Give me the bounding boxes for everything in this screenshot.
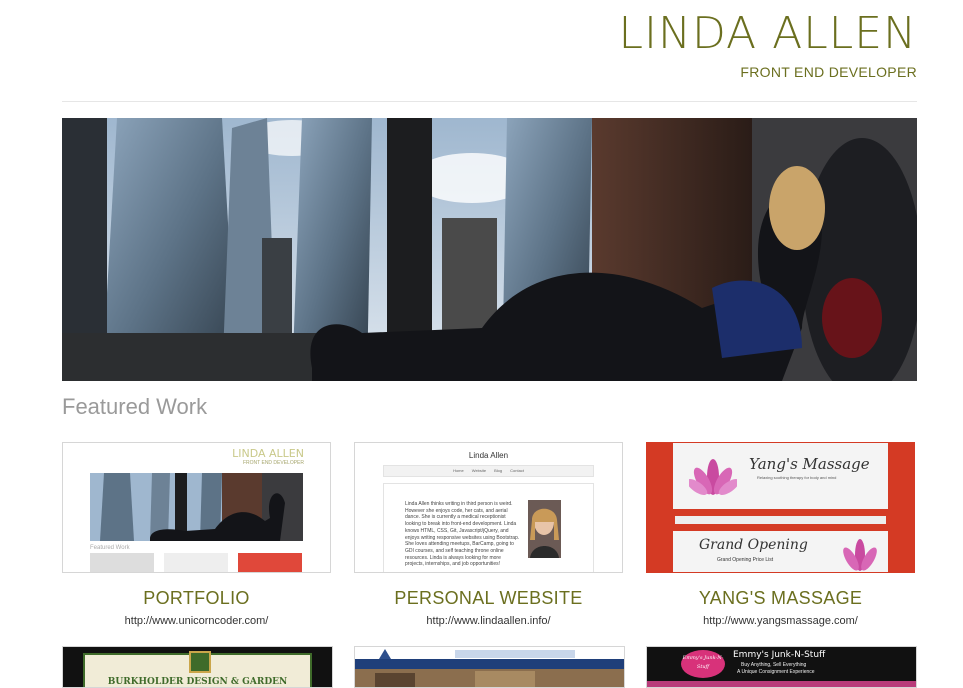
lotus-icon bbox=[689, 459, 737, 496]
header-divider bbox=[62, 101, 917, 102]
thumb-yang-promo-sub: Grand Opening Price List bbox=[717, 557, 774, 563]
monogram-icon bbox=[188, 651, 211, 673]
thumb-emmy-tag1: Buy Anything, Sell Everything bbox=[741, 662, 807, 668]
thumb-emmy-tag2: A Unique Consignment Experience bbox=[737, 669, 815, 675]
thumb-emmy-title: Emmy's Junk-N-Stuff bbox=[733, 650, 826, 660]
card-yangs-massage[interactable]: Yang's Massage Relaxing soothing therapy… bbox=[646, 442, 915, 627]
lotus-icon bbox=[843, 539, 877, 571]
thumb-burkholder-title: BURKHOLDER DESIGN & GARDEN CENTER bbox=[107, 677, 288, 687]
site-header: LINDA ALLEN FRONT END DEVELOPER bbox=[62, 0, 917, 102]
thumb-personal-bio: Linda Allen thinks writing in third pers… bbox=[405, 501, 520, 568]
card-title-personal-website[interactable]: PERSONAL WEBSITE bbox=[354, 587, 623, 609]
card-url-personal-website[interactable]: http://www.lindaallen.info/ bbox=[354, 615, 623, 627]
thumb-yang-header: Yang's Massage Relaxing soothing therapy… bbox=[673, 443, 888, 509]
thumb-portfolio-section: Featured Work bbox=[90, 545, 130, 551]
thumb-nav-item: Website bbox=[471, 468, 487, 473]
card-portfolio[interactable]: LINDA ALLEN FRONT END DEVELOPER Featured… bbox=[62, 442, 331, 627]
emmys-logo: Emmy's Junk-N-Stuff bbox=[681, 650, 725, 678]
thumb-portfolio-item-2 bbox=[164, 553, 228, 572]
personal-website-link[interactable]: http://www.lindaallen.info/ bbox=[426, 615, 550, 627]
featured-work-heading: Featured Work bbox=[62, 394, 208, 419]
thumb-yang-promo-title: Grand Opening bbox=[699, 537, 808, 553]
thumb-burkholder-banner: BURKHOLDER DESIGN & GARDEN CENTER bbox=[83, 651, 312, 687]
thumb-portfolio-item-1 bbox=[90, 553, 154, 572]
burkholder-thumbnail[interactable]: BURKHOLDER DESIGN & GARDEN CENTER bbox=[62, 646, 333, 688]
card-personal-website[interactable]: Linda Allen Home Website Blog Contact Li… bbox=[354, 442, 623, 627]
thumb-nav-item: Blog bbox=[494, 468, 503, 473]
card-title-portfolio[interactable]: PORTFOLIO bbox=[62, 587, 331, 609]
personal-website-thumbnail[interactable]: Linda Allen Home Website Blog Contact Li… bbox=[354, 442, 623, 573]
thumb-yang-logo: Yang's Massage bbox=[749, 455, 870, 473]
card-title-yangs-massage[interactable]: YANG'S MASSAGE bbox=[646, 587, 915, 609]
thumb-portfolio-name: LINDA ALLEN bbox=[232, 447, 304, 460]
thumb-personal-photo bbox=[528, 500, 561, 558]
emmys-thumbnail[interactable]: Emmy's Junk-N-Stuff Emmy's Junk-N-Stuff … bbox=[646, 646, 917, 688]
card-url-portfolio[interactable]: http://www.unicorncoder.com/ bbox=[62, 615, 331, 627]
yangs-massage-thumbnail[interactable]: Yang's Massage Relaxing soothing therapy… bbox=[646, 442, 915, 573]
site-subtitle: FRONT END DEVELOPER bbox=[740, 64, 917, 80]
thumb-portfolio-sub: FRONT END DEVELOPER bbox=[242, 460, 304, 466]
yangs-massage-link[interactable]: http://www.yangsmassage.com/ bbox=[703, 615, 858, 627]
thumb-yang-nav bbox=[675, 516, 886, 524]
thumb-yang-promo: Grand Opening Grand Opening Price List bbox=[673, 531, 888, 572]
hero-image bbox=[62, 118, 917, 381]
thumb-emmy-nav bbox=[647, 681, 916, 687]
thumb-personal-nav: Home Website Blog Contact bbox=[383, 465, 594, 477]
architecture-thumbnail[interactable] bbox=[354, 646, 625, 688]
thumb-nav-item: Home bbox=[453, 468, 464, 473]
thumb-nav-item: Contact bbox=[510, 468, 524, 473]
thumb-personal-name: Linda Allen bbox=[468, 451, 509, 460]
portfolio-thumbnail[interactable]: LINDA ALLEN FRONT END DEVELOPER Featured… bbox=[62, 442, 331, 573]
card-url-yangs-massage[interactable]: http://www.yangsmassage.com/ bbox=[646, 615, 915, 627]
site-title[interactable]: LINDA ALLEN bbox=[619, 8, 917, 60]
thumb-portfolio-item-3 bbox=[238, 553, 302, 572]
thumb-yang-tagline: Relaxing soothing therapy for body and m… bbox=[757, 475, 837, 480]
portfolio-link[interactable]: http://www.unicorncoder.com/ bbox=[125, 615, 269, 627]
